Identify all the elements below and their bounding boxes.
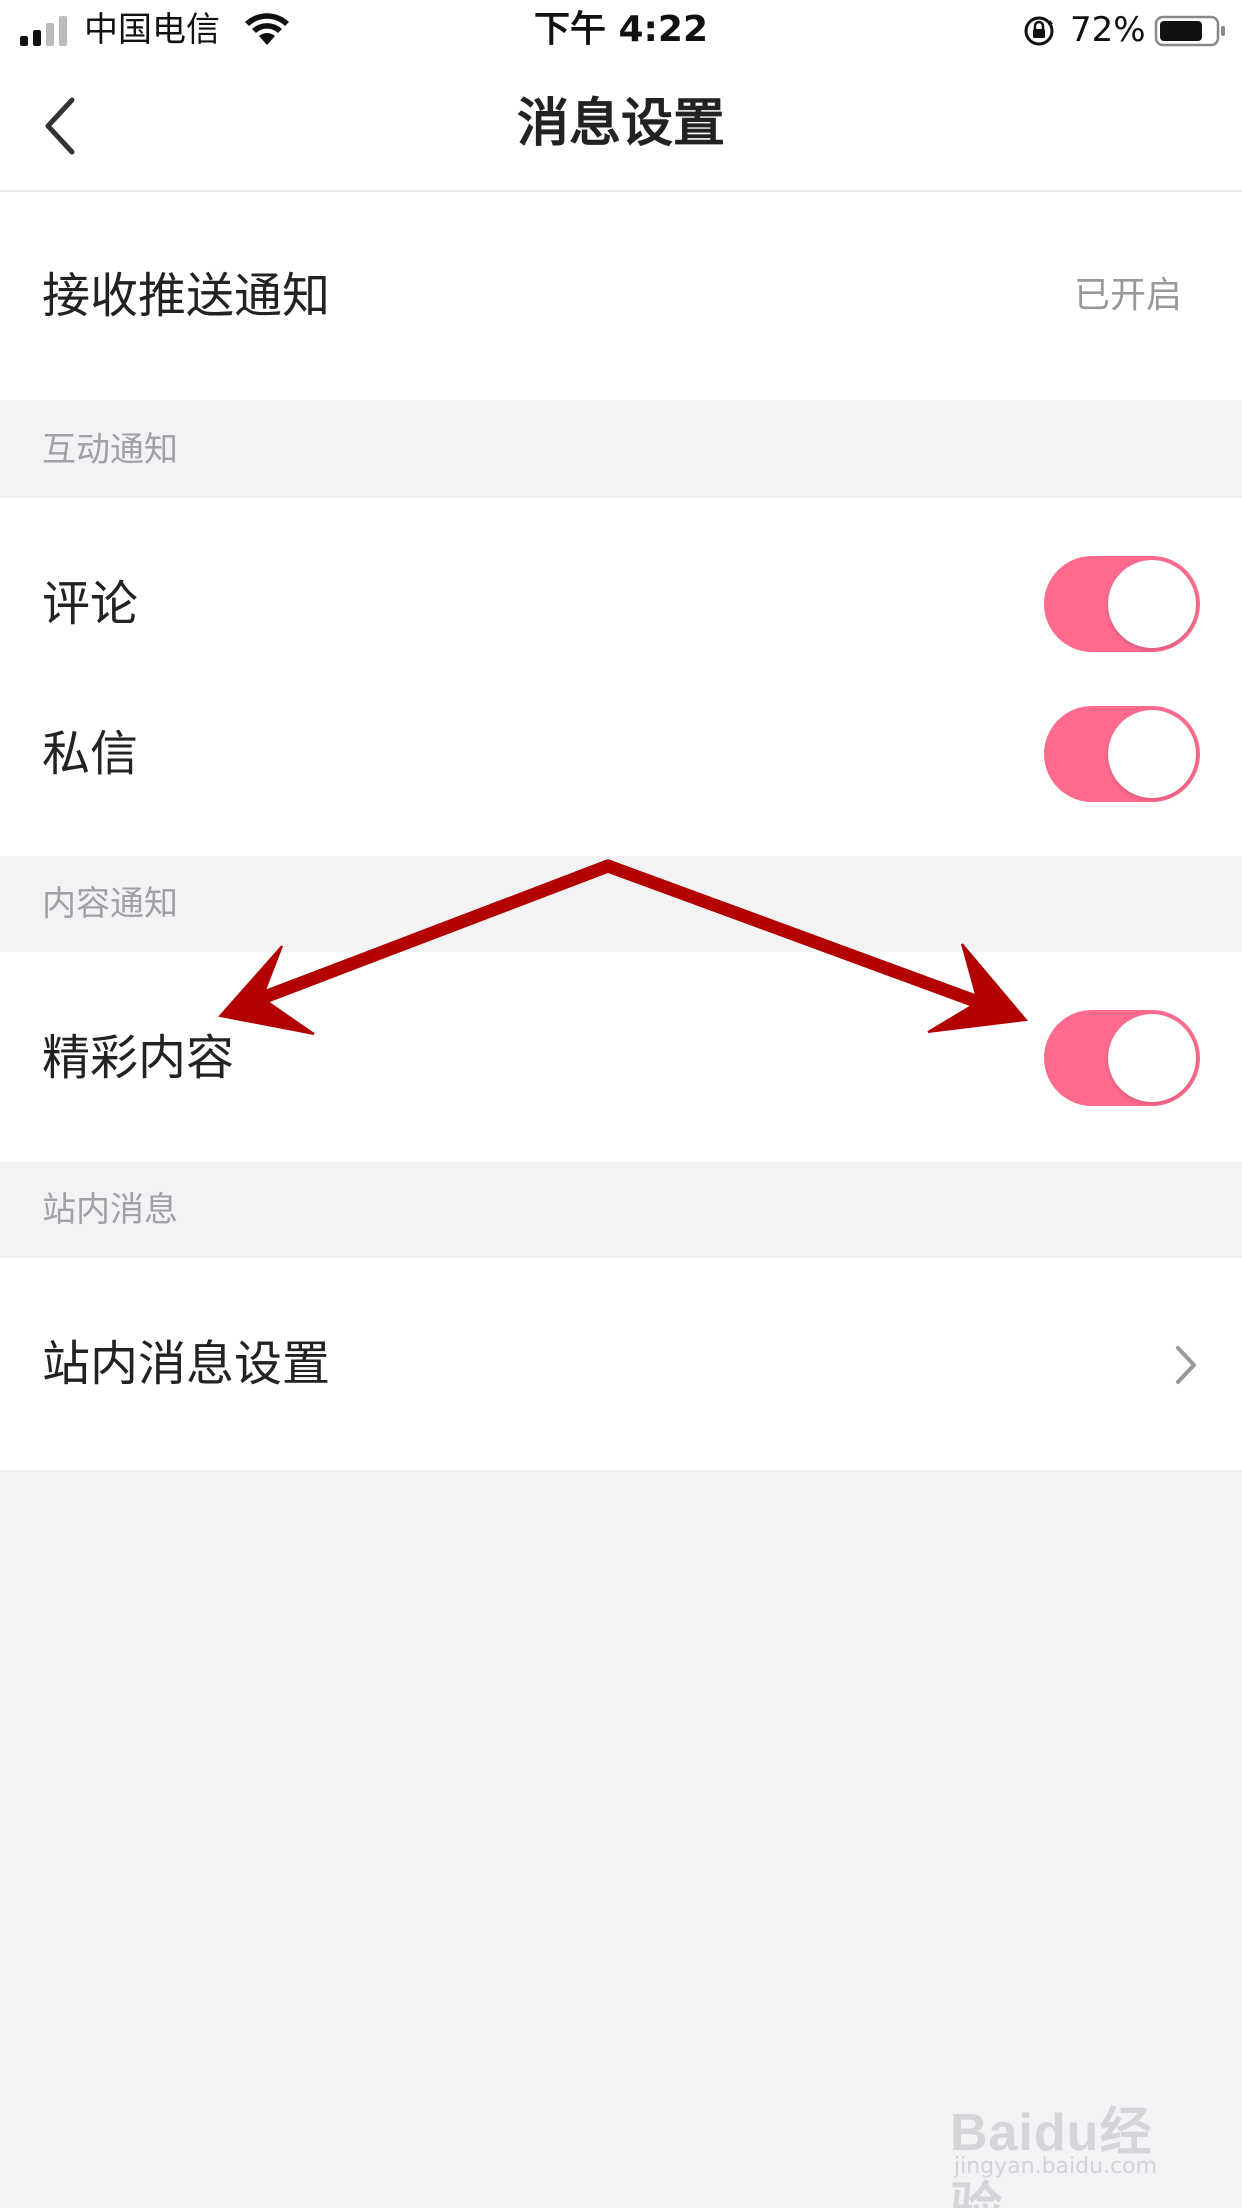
featured-content-label: 精彩内容	[42, 1030, 235, 1086]
private-message-toggle[interactable]	[1044, 706, 1200, 802]
section-title: 站内消息	[42, 1190, 178, 1230]
featured-content-row: 精彩内容	[0, 952, 1242, 1162]
featured-content-toggle[interactable]	[1044, 1010, 1200, 1106]
watermark-url: jingyan.baidu.com	[954, 2154, 1158, 2179]
section-title: 互动通知	[42, 430, 178, 470]
toggle-knob	[1108, 710, 1196, 798]
chevron-right-icon	[1176, 1346, 1196, 1384]
comment-toggle[interactable]	[1044, 556, 1200, 652]
push-notification-status: 已开启	[1073, 275, 1182, 316]
section-title: 内容通知	[42, 884, 178, 924]
interaction-group: 评论 私信	[0, 498, 1242, 856]
comment-label: 评论	[42, 576, 139, 632]
battery-percent: 72%	[1070, 10, 1146, 50]
section-header-content: 内容通知	[0, 856, 1242, 952]
watermark: Baidu经验 jingyan.baidu.com	[950, 2070, 1190, 2208]
navigation-bar: 消息设置	[0, 62, 1242, 192]
rotation-lock-icon	[1024, 16, 1054, 46]
push-notification-label: 接收推送通知	[42, 268, 331, 324]
watermark-brand: Baidu经验	[950, 2104, 1153, 2208]
toggle-knob	[1108, 1014, 1196, 1102]
toggle-knob	[1108, 560, 1196, 648]
push-notification-row[interactable]: 接收推送通知 已开启	[0, 192, 1242, 400]
page-title: 消息设置	[516, 94, 725, 154]
section-header-site: 站内消息	[0, 1162, 1242, 1258]
section-header-interaction: 互动通知	[0, 402, 1242, 498]
battery-icon	[1154, 15, 1225, 47]
site-message-settings-label: 站内消息设置	[42, 1336, 331, 1392]
status-bar: 中国电信 下午 4:22 72%	[0, 0, 1242, 62]
site-message-settings-row[interactable]: 站内消息设置	[0, 1258, 1242, 1470]
private-message-label: 私信	[42, 726, 139, 782]
screen: 中国电信 下午 4:22 72% 消息设置 接收推送通知 已开启 互动通知 评论…	[0, 0, 1242, 2208]
